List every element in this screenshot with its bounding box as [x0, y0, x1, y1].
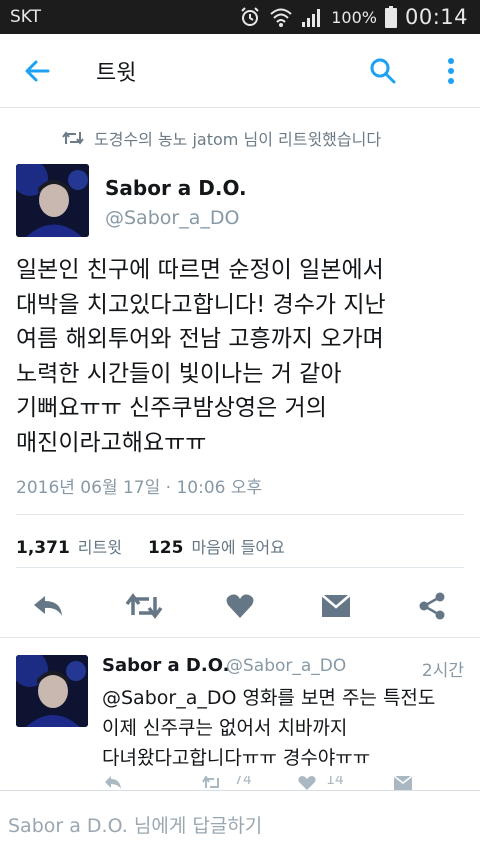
- tweet-timestamp: 2016년 06월 17일 · 10:06 오후: [16, 478, 263, 498]
- reply-like-count: 14: [326, 776, 344, 788]
- reply-composer[interactable]: Sabor a D.O. 님에게 답글하기: [0, 790, 480, 853]
- retweet-context[interactable]: 도경수의 농노 jatom 님이 리트윗했습니다: [62, 126, 381, 150]
- retweet-icon: [62, 131, 84, 145]
- tweet-text-line: 노력한 시간들이 빛이나는 거 같아: [16, 360, 342, 387]
- tweet-text-line: 여름 해외투어와 전남 고흥까지 오가며: [16, 326, 384, 352]
- reply-text-line: 이제 신주쿠는 없어서 치바까지: [102, 717, 348, 739]
- status-icons: 100% 00:14: [239, 4, 468, 30]
- retweets-count[interactable]: 1,371: [16, 538, 70, 558]
- share-icon: [419, 592, 445, 620]
- share-button[interactable]: [412, 588, 452, 624]
- reply-icon: [34, 596, 62, 616]
- reply-text: @Sabor_a_DO 영화를 보면 주는 특전도 이제 신주쿠는 없어서 치바…: [102, 683, 467, 773]
- like-heart-icon[interactable]: [298, 776, 316, 790]
- wifi-icon: [269, 6, 293, 28]
- carrier-label: SKT: [10, 7, 42, 27]
- app-bar: 트윗: [0, 34, 480, 108]
- tweet-text-line: 매진이라고해요ㅠㅠ: [16, 429, 207, 456]
- retweet-icon[interactable]: [202, 776, 222, 790]
- tweet-text-line: 일본인 친구에 따르면 순정이 일본에서: [16, 257, 384, 283]
- reply-button[interactable]: [28, 588, 68, 624]
- signal-icon: [301, 6, 323, 28]
- like-heart-icon: [226, 594, 254, 618]
- reply-text-line: @Sabor_a_DO 영화를 보면 주는 특전도: [102, 687, 436, 709]
- direct-message-icon: [321, 594, 351, 617]
- likes-label[interactable]: 마음에 들어요: [191, 534, 284, 558]
- reply-author-name[interactable]: Sabor a D.O.: [102, 655, 229, 676]
- reply-author-handle[interactable]: @Sabor_a_DO: [226, 656, 346, 676]
- tweet-actions: [0, 588, 480, 624]
- tweet-stats: 1,371 리트윗 125 마음에 들어요: [16, 534, 285, 558]
- tweet-text-line: 대박을 치고있다고합니다! 경수가 지난: [16, 291, 386, 318]
- divider: [16, 567, 464, 568]
- divider: [0, 637, 480, 638]
- author-name[interactable]: Sabor a D.O.: [105, 176, 247, 200]
- page-title: 트윗: [96, 61, 137, 86]
- reply-avatar[interactable]: [16, 655, 88, 727]
- search-button[interactable]: [364, 52, 402, 90]
- reply-text-line: 다녀왔다고합니다ㅠㅠ 경수야ㅠㅠ: [102, 747, 371, 769]
- author-handle[interactable]: @Sabor_a_DO: [105, 207, 239, 229]
- tweet-text: 일본인 친구에 따르면 순정이 일본에서 대박을 치고있다고합니다! 경수가 지…: [16, 253, 466, 460]
- divider: [16, 514, 464, 515]
- reply-actions: 74 14: [0, 776, 480, 790]
- more-vert-icon: [448, 58, 454, 84]
- direct-message-icon[interactable]: [394, 776, 412, 790]
- reply-input[interactable]: Sabor a D.O. 님에게 답글하기: [8, 811, 262, 838]
- retweet-icon: [125, 593, 163, 619]
- more-options-button[interactable]: [432, 52, 470, 90]
- retweet-button[interactable]: [124, 588, 164, 624]
- retweet-context-text: 도경수의 농노 jatom 님이 리트윗했습니다: [94, 130, 382, 149]
- like-button[interactable]: [220, 588, 260, 624]
- battery-icon: [384, 6, 397, 28]
- reply-icon[interactable]: [104, 776, 122, 790]
- back-button[interactable]: [18, 52, 56, 90]
- direct-message-button[interactable]: [316, 588, 356, 624]
- battery-percent: 100%: [331, 7, 377, 27]
- back-arrow-icon: [25, 60, 50, 82]
- status-bar: SKT 100% 00:14: [0, 0, 480, 34]
- retweets-label[interactable]: 리트윗: [78, 534, 122, 558]
- reply-retweet-count: 74: [234, 776, 252, 788]
- likes-count[interactable]: 125: [148, 538, 184, 558]
- clock-time: 00:14: [404, 5, 468, 29]
- search-icon: [370, 58, 396, 84]
- reply-time: 2시간: [421, 661, 464, 681]
- alarm-icon: [239, 6, 261, 28]
- avatar[interactable]: [16, 164, 89, 237]
- tweet-text-line: 기뻐요ㅠㅠ 신주쿠밤상영은 거의: [16, 395, 327, 421]
